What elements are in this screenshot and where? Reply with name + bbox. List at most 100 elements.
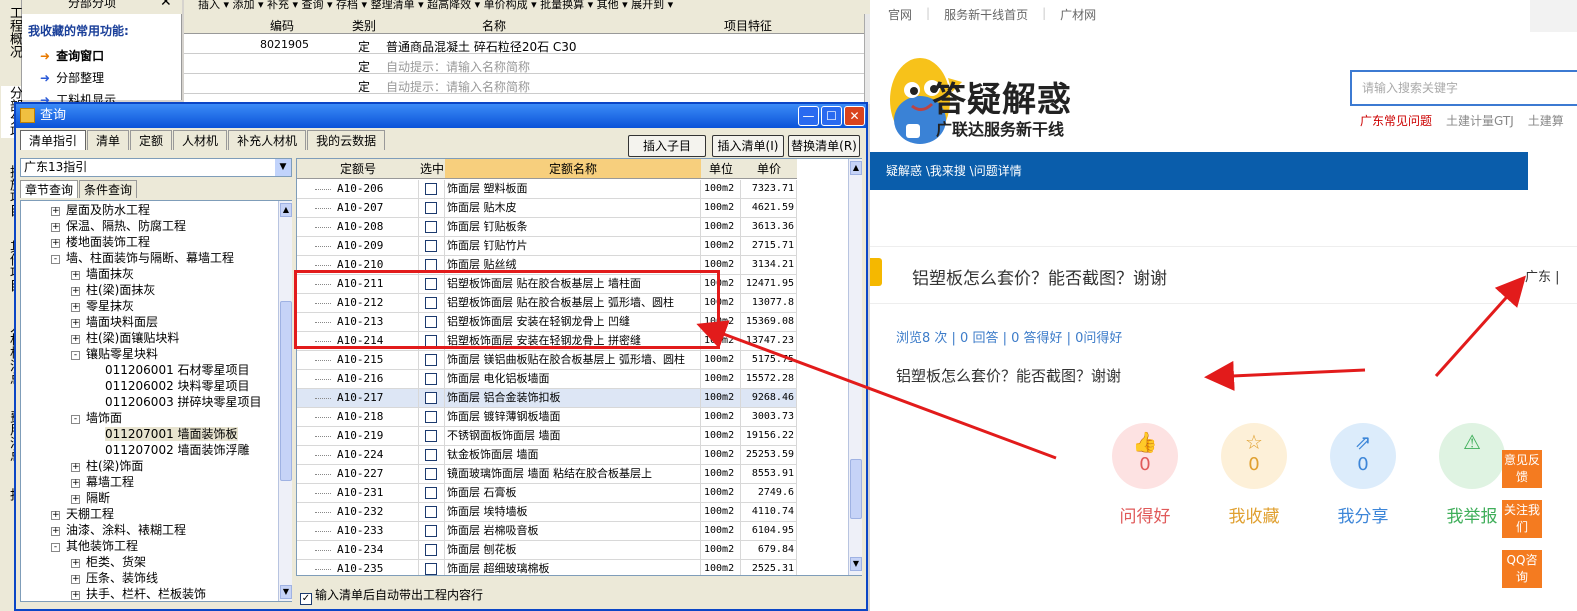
cell-select[interactable] xyxy=(419,541,445,560)
cell-select[interactable] xyxy=(419,560,445,575)
checkbox-icon[interactable] xyxy=(425,183,437,195)
tab-condition-query[interactable]: 条件查询 xyxy=(79,180,138,198)
col-header-feature[interactable]: 项目特征 xyxy=(724,17,772,34)
expand-icon[interactable]: + xyxy=(71,303,80,312)
checkbox-icon[interactable] xyxy=(425,240,437,252)
hotlink-guangdong[interactable]: 广东常见问题 xyxy=(1360,112,1432,129)
fav-item-query-window[interactable]: ➜ 查询窗口 xyxy=(40,47,104,64)
dialog-titlebar[interactable]: 查询 — ☐ ✕ xyxy=(16,104,866,128)
col-header-quota-name[interactable]: 定额名称 xyxy=(445,159,701,179)
table-row[interactable]: A10-219 不锈钢面板饰面层 墙面 100m2 19156.22 xyxy=(297,427,797,446)
feedback-button[interactable]: 意见反馈 xyxy=(1502,450,1542,488)
tree-node[interactable]: + 柜类、货架 xyxy=(71,555,146,569)
tree-node[interactable]: 011207002 墙面装饰浮雕 xyxy=(105,443,250,457)
collapse-icon[interactable]: - xyxy=(71,351,80,360)
table-row[interactable]: 定 自动提示：请输入名称简称 xyxy=(184,75,864,94)
checkbox-icon[interactable] xyxy=(425,487,437,499)
expand-icon[interactable]: + xyxy=(71,319,80,328)
cell-select[interactable] xyxy=(419,522,445,541)
table-row[interactable]: A10-206 饰面层 塑料板面 100m2 7323.71 xyxy=(297,180,797,199)
scroll-down-icon[interactable]: ▼ xyxy=(280,585,292,599)
chevron-down-icon[interactable]: ▼ xyxy=(275,159,291,176)
guide-select[interactable]: 广东13指引 ▼ xyxy=(20,158,292,177)
follow-us-button[interactable]: 关注我们 xyxy=(1502,500,1542,538)
tree-node[interactable]: + 墙面抹灰 xyxy=(71,267,134,281)
tab-custom-resources[interactable]: 补充人材机 xyxy=(228,130,307,150)
expand-icon[interactable]: + xyxy=(51,223,60,232)
checkbox-icon[interactable] xyxy=(425,430,437,442)
tree-node[interactable]: + 天棚工程 xyxy=(51,507,114,521)
search-input[interactable]: 请输入搜索关键字 xyxy=(1350,70,1577,106)
expand-icon[interactable]: + xyxy=(71,559,80,568)
hotlink-civil[interactable]: 土建算 xyxy=(1528,112,1564,129)
action-label[interactable]: 我收藏 xyxy=(1209,502,1299,527)
cell-select[interactable] xyxy=(419,408,445,427)
expand-icon[interactable]: + xyxy=(71,495,80,504)
checkbox-icon[interactable] xyxy=(425,506,437,518)
col-header-price[interactable]: 单价 xyxy=(741,159,797,179)
vtab-project-overview[interactable]: 工程概况 xyxy=(1,6,22,58)
tree-node[interactable]: 011207001 墙面装饰板 xyxy=(105,427,238,441)
expand-icon[interactable]: + xyxy=(51,207,60,216)
warning-button[interactable]: ⚠ xyxy=(1439,423,1505,489)
checkbox-icon[interactable] xyxy=(425,411,437,423)
expand-icon[interactable]: + xyxy=(71,271,80,280)
qq-consult-button[interactable]: QQ咨询 xyxy=(1502,550,1542,588)
scroll-down-icon[interactable]: ▼ xyxy=(850,557,862,571)
expand-icon[interactable]: + xyxy=(51,239,60,248)
tab-quota[interactable]: 定额 xyxy=(130,130,173,150)
checkbox-icon[interactable] xyxy=(425,544,437,556)
tree-scrollbar[interactable]: ▲ ▼ xyxy=(278,201,292,601)
checkbox-icon[interactable] xyxy=(425,202,437,214)
minimize-icon[interactable]: — xyxy=(798,106,819,126)
cell-select[interactable] xyxy=(419,465,445,484)
table-row[interactable]: 8021905 定 普通商品混凝土 碎石粒径20石 C30 xyxy=(184,35,864,54)
tree-node[interactable]: - 墙、柱面装饰与隔断、幕墙工程 xyxy=(51,251,234,265)
table-row[interactable]: A10-208 饰面层 钉贴板条 100m2 3613.36 xyxy=(297,218,797,237)
col-header-quota-no[interactable]: 定额号 xyxy=(297,159,419,179)
checkbox-icon[interactable] xyxy=(425,468,437,480)
tree-node[interactable]: + 柱(梁)饰面 xyxy=(71,459,143,473)
tree-node[interactable]: + 油漆、涂料、裱糊工程 xyxy=(51,523,186,537)
tree-node[interactable]: - 镶贴零星块料 xyxy=(71,347,158,361)
table-row[interactable]: A10-234 饰面层 刨花板 100m2 679.84 xyxy=(297,541,797,560)
share-button[interactable]: ⇗ 0 xyxy=(1330,423,1396,489)
table-row[interactable]: A10-232 饰面层 埃特墙板 100m2 4110.74 xyxy=(297,503,797,522)
chapter-tree[interactable]: + 屋面及防水工程 + 保温、隔热、防腐工程 + 楼地面装饰工程 - 墙、柱面装饰与隔断、幕墙… xyxy=(20,200,292,602)
tree-node[interactable]: 011206002 块料零星项目 xyxy=(105,379,250,393)
cell-select[interactable] xyxy=(419,389,445,408)
cell-select[interactable] xyxy=(419,218,445,237)
action-label[interactable]: 问得好 xyxy=(1100,502,1190,527)
tree-node[interactable]: 011206003 拼碎块零星项目 xyxy=(105,395,262,409)
expand-icon[interactable]: + xyxy=(71,591,80,600)
cell-select[interactable] xyxy=(419,484,445,503)
col-header-selected[interactable]: 选中 xyxy=(419,159,445,179)
insert-child-button[interactable]: 插入子目 xyxy=(628,135,706,157)
col-header-code[interactable]: 编码 xyxy=(270,17,294,34)
action-label[interactable]: 我分享 xyxy=(1318,502,1408,527)
cell-select[interactable] xyxy=(419,370,445,389)
tree-node[interactable]: + 零星抹灰 xyxy=(71,299,134,313)
scroll-up-icon[interactable]: ▲ xyxy=(850,161,862,175)
tab-list[interactable]: 清单 xyxy=(87,130,130,150)
tree-node[interactable]: + 压条、装饰线 xyxy=(71,571,158,585)
tree-node[interactable]: + 屋面及防水工程 xyxy=(51,203,150,217)
tree-node[interactable]: + 楼地面装饰工程 xyxy=(51,235,150,249)
col-header-unit[interactable]: 单位 xyxy=(701,159,741,179)
checkbox-icon[interactable] xyxy=(425,449,437,461)
checkbox-icon[interactable] xyxy=(425,525,437,537)
checkbox-icon[interactable] xyxy=(425,221,437,233)
collapse-icon[interactable]: - xyxy=(51,543,60,552)
table-row[interactable]: A10-218 饰面层 镀锌薄钢板墙面 100m2 3003.73 xyxy=(297,408,797,427)
hotlink-gtj[interactable]: 土建计量GTJ xyxy=(1446,112,1514,129)
thumb-up-button[interactable]: 👍 0 xyxy=(1112,423,1178,489)
expand-icon[interactable]: + xyxy=(71,463,80,472)
close-icon[interactable]: ✕ xyxy=(160,0,172,9)
table-row[interactable]: A10-233 饰面层 岩棉吸音板 100m2 6104.95 xyxy=(297,522,797,541)
maximize-icon[interactable]: ☐ xyxy=(821,106,842,126)
grid-scrollbar[interactable]: ▲ ▼ xyxy=(848,159,862,575)
breadcrumb[interactable]: 疑解惑 \我来搜 \问题详情 xyxy=(870,152,1528,190)
insert-list-button[interactable]: 插入清单(I) xyxy=(712,135,784,157)
table-row[interactable]: A10-231 饰面层 石膏板 100m2 2749.6 xyxy=(297,484,797,503)
quota-grid[interactable]: 定额号 选中 定额名称 单位 单价 A10-206 饰面层 塑料板面 100m2 73… xyxy=(296,158,862,576)
